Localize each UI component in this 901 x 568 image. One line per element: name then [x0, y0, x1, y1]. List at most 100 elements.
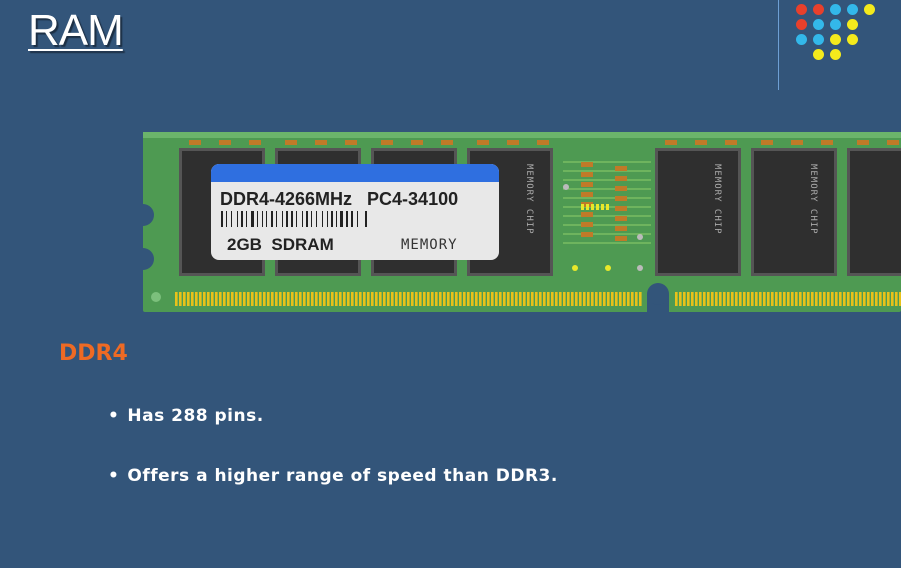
decorative-dot — [847, 4, 858, 15]
contact-pin — [755, 292, 758, 306]
contact-pin — [399, 292, 402, 306]
smd-pad — [586, 204, 589, 210]
contact-pin — [751, 292, 754, 306]
contact-pin — [207, 292, 210, 306]
contact-pin — [679, 292, 682, 306]
smd-pad — [601, 204, 604, 210]
contact-pin — [431, 292, 434, 306]
contact-pin — [547, 292, 550, 306]
chip-text: MEMORY CHIP — [808, 164, 818, 235]
contact-pin — [259, 292, 262, 306]
barcode-bar — [365, 211, 367, 227]
contact-pin — [823, 292, 826, 306]
smd-resistor — [615, 196, 627, 201]
contact-pin — [571, 292, 574, 306]
barcode-bar — [231, 211, 232, 227]
decorative-dot — [830, 4, 841, 15]
contact-pin — [787, 292, 790, 306]
ram-label-sticker: DDR4-4266MHz PC4-34100 2GB SDRAM MEMORY — [211, 164, 499, 260]
via — [563, 184, 569, 190]
barcode-bar — [357, 211, 358, 227]
contact-pin — [855, 292, 858, 306]
contact-pin — [331, 292, 334, 306]
decorative-dot — [830, 49, 841, 60]
contact-pin — [379, 292, 382, 306]
barcode-bar — [266, 211, 267, 227]
contact-pin — [291, 292, 294, 306]
contact-pin — [895, 292, 898, 306]
chip-pad — [315, 140, 327, 145]
label-line-2: 2GB SDRAM — [227, 235, 334, 254]
via — [637, 265, 643, 271]
chip-pad — [791, 140, 803, 145]
contact-pin — [531, 292, 534, 306]
contact-pin — [887, 292, 890, 306]
contact-pin — [595, 292, 598, 306]
contact-pin — [703, 292, 706, 306]
contact-pin — [675, 292, 678, 306]
contact-pin — [795, 292, 798, 306]
contact-pin — [335, 292, 338, 306]
contact-pin — [723, 292, 726, 306]
contact-pin — [235, 292, 238, 306]
contact-pin — [319, 292, 322, 306]
chip-pad — [285, 140, 297, 145]
contact-pin — [211, 292, 214, 306]
smd-resistor — [581, 192, 593, 197]
contact-pin — [783, 292, 786, 306]
chip-pad — [537, 140, 549, 145]
contact-pin — [731, 292, 734, 306]
contact-pin — [251, 292, 254, 306]
barcode-bar — [351, 211, 353, 227]
smd-pad — [581, 204, 584, 210]
contact-pin — [475, 292, 478, 306]
smd-resistor — [615, 226, 627, 231]
label-brand: MEMORY — [401, 237, 458, 253]
contact-pin — [803, 292, 806, 306]
bullet-item: • Offers a higher range of speed than DDR… — [108, 466, 558, 486]
contact-pin — [191, 292, 194, 306]
contact-pin — [407, 292, 410, 306]
via — [605, 265, 611, 271]
contact-pin — [879, 292, 882, 306]
barcode-bar — [251, 211, 254, 227]
contact-pin — [867, 292, 870, 306]
via — [637, 234, 643, 240]
contact-pin — [771, 292, 774, 306]
smd-resistor — [615, 166, 627, 171]
decorative-dot — [864, 4, 875, 15]
barcode-bar — [331, 211, 333, 227]
contact-pin — [263, 292, 266, 306]
contact-pin — [711, 292, 714, 306]
contact-pin — [635, 292, 638, 306]
contact-pin — [551, 292, 554, 306]
contact-pin — [219, 292, 222, 306]
contact-pin — [863, 292, 866, 306]
contact-pin — [199, 292, 202, 306]
contact-pin — [311, 292, 314, 306]
contact-pin — [515, 292, 518, 306]
barcode-bar — [226, 211, 227, 227]
slide-title: RAM — [28, 6, 124, 55]
smd-resistor — [581, 172, 593, 177]
contact-pin — [359, 292, 362, 306]
chip-pad — [411, 140, 423, 145]
contact-pin — [339, 292, 342, 306]
contact-pin — [687, 292, 690, 306]
contact-pin — [447, 292, 450, 306]
chip-pad — [441, 140, 453, 145]
barcode-bar — [257, 211, 258, 227]
barcode-bar — [286, 211, 288, 227]
contact-pin — [423, 292, 426, 306]
contact-pin — [175, 292, 178, 306]
contact-pin — [231, 292, 234, 306]
contact-pin — [735, 292, 738, 306]
contact-pin — [519, 292, 522, 306]
contact-pin — [587, 292, 590, 306]
contact-pin — [415, 292, 418, 306]
contact-pin — [779, 292, 782, 306]
smd-pad — [596, 204, 599, 210]
contact-pin — [275, 292, 278, 306]
decorative-dot — [847, 34, 858, 45]
contact-pin — [463, 292, 466, 306]
